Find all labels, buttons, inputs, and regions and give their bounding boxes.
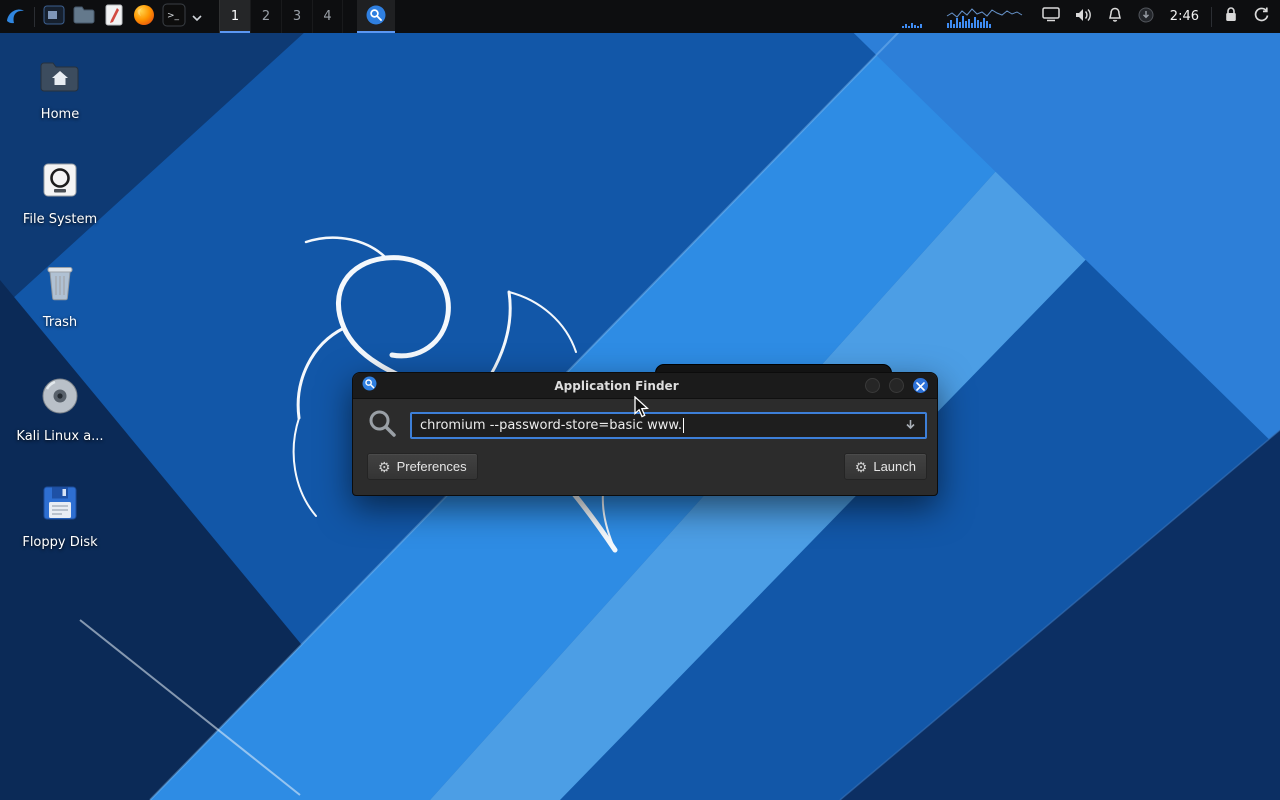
home-folder-icon: [39, 59, 81, 97]
terminal-icon: >_: [162, 3, 186, 31]
desktop-icon-label: Home: [40, 107, 80, 122]
session-refresh-icon: [1253, 6, 1270, 27]
search-input[interactable]: chromium --password-store=basic www.: [410, 411, 927, 439]
desktop-icon-label: File System: [22, 212, 98, 227]
close-icon: [916, 376, 925, 395]
app-window-icon: [43, 4, 65, 30]
search-icon: [367, 408, 397, 442]
application-finder-icon: [366, 5, 386, 29]
desktop-icon-floppy[interactable]: Floppy Disk: [10, 483, 110, 550]
panel-divider: [1211, 6, 1212, 27]
maximize-button[interactable]: [889, 378, 904, 393]
text-caret: [683, 417, 684, 433]
application-finder-window: Application Finder chromium --password-s…: [352, 372, 938, 496]
kali-logo-icon: [3, 3, 27, 31]
text-editor-icon: [104, 4, 124, 30]
window-app-icon: [362, 376, 377, 395]
workspace-4[interactable]: 4: [312, 0, 343, 33]
arrow-down-icon: [904, 416, 917, 435]
display-icon[interactable]: [1042, 7, 1060, 26]
terminal-launcher[interactable]: >_: [159, 0, 189, 33]
search-input-value: chromium --password-store=basic www.: [420, 417, 682, 433]
workspace-3[interactable]: 3: [281, 0, 312, 33]
lock-screen-button[interactable]: [1216, 0, 1246, 33]
top-panel: >_ 1 2 3 4 2:46: [0, 0, 1280, 33]
minimize-button[interactable]: [865, 378, 880, 393]
desktop-icon-label: Trash: [42, 315, 78, 330]
desktop-icon-kali-cd[interactable]: Kali Linux a...: [10, 377, 110, 444]
panel-launchers: >_: [0, 0, 205, 33]
volume-icon[interactable]: [1075, 7, 1092, 26]
workspace-2[interactable]: 2: [250, 0, 281, 33]
app-window-launcher[interactable]: [39, 0, 69, 33]
panel-divider: [34, 6, 35, 27]
status-indicator-icon[interactable]: [1138, 7, 1154, 27]
desktop-icon-label: Kali Linux a...: [16, 429, 104, 444]
terminal-glyph: >_: [167, 11, 180, 21]
file-manager-launcher[interactable]: [69, 0, 99, 33]
session-logout-button[interactable]: [1246, 0, 1276, 33]
terminal-dropdown-button[interactable]: [189, 0, 205, 33]
drive-icon: [42, 162, 78, 202]
gear-icon: ⚙: [378, 458, 391, 475]
chevron-down-icon: [192, 7, 202, 26]
firefox-icon: [133, 4, 155, 30]
text-editor-launcher[interactable]: [99, 0, 129, 33]
desktop-icon-label: Floppy Disk: [22, 535, 98, 550]
history-dropdown-button[interactable]: [904, 416, 917, 435]
close-button[interactable]: [913, 378, 928, 393]
workspace-switcher: 1 2 3 4: [219, 0, 343, 33]
launch-button-label: Launch: [873, 459, 916, 474]
desktop-icon-trash[interactable]: Trash: [10, 263, 110, 330]
panel-clock[interactable]: 2:46: [1170, 0, 1199, 33]
floppy-disk-icon: [42, 485, 78, 525]
system-monitor-graph[interactable]: [901, 0, 1024, 33]
folder-icon: [73, 6, 95, 28]
preferences-button-label: Preferences: [396, 459, 467, 474]
titlebar[interactable]: Application Finder: [353, 373, 937, 399]
cdrom-icon: [41, 377, 79, 419]
window-title: Application Finder: [554, 378, 679, 393]
taskbar-application-finder[interactable]: [357, 0, 395, 33]
trash-icon: [44, 263, 76, 305]
lock-icon: [1224, 6, 1238, 27]
firefox-launcher[interactable]: [129, 0, 159, 33]
notifications-bell-icon[interactable]: [1107, 7, 1123, 27]
launch-gear-icon: ⚙: [854, 458, 868, 475]
desktop-icon-home[interactable]: Home: [10, 55, 110, 122]
system-tray: [1042, 0, 1154, 33]
desktop-icon-file-system[interactable]: File System: [10, 160, 110, 227]
preferences-button[interactable]: ⚙ Preferences: [367, 453, 478, 480]
launch-button[interactable]: ⚙ Launch: [843, 453, 927, 480]
workspace-1[interactable]: 1: [219, 0, 250, 33]
kali-menu-button[interactable]: [0, 0, 30, 33]
